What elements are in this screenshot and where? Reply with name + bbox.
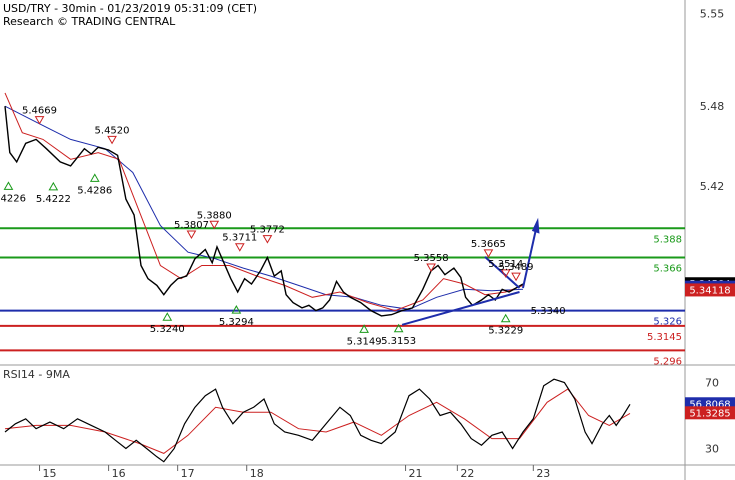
rsi-ma-line — [4, 388, 631, 454]
rsi-tick-label: 70 — [705, 377, 719, 390]
peak-marker — [234, 243, 245, 252]
x-tick-label: 17 — [181, 467, 195, 480]
trough-label: 5.3294 — [219, 317, 254, 328]
level-label: 5.3145 — [647, 332, 682, 343]
trough-label: 5.4222 — [36, 194, 71, 205]
x-tick-label: 18 — [250, 467, 264, 480]
level-label: 5.388 — [653, 234, 682, 245]
trough-label: 5.4226 — [0, 193, 26, 204]
y-tick-label: 5.42 — [700, 180, 725, 193]
trough-label: 5.4286 — [77, 185, 112, 196]
peak-label: 5.3807 — [174, 220, 209, 231]
peak-marker — [262, 235, 273, 244]
ma-fast-line — [4, 92, 524, 312]
peak-label: 5.3558 — [414, 253, 449, 264]
peak-label: 5.3489 — [499, 262, 534, 273]
y-tick-label: 5.55 — [700, 7, 725, 20]
peak-label: 5.4669 — [22, 106, 57, 117]
peak-marker — [209, 220, 220, 230]
x-tick-label: 23 — [536, 467, 550, 480]
trough-marker — [500, 313, 511, 323]
trough-marker — [162, 312, 173, 321]
x-tick-label: 16 — [112, 467, 126, 480]
rsi-value-label: 51.3285 — [689, 408, 730, 419]
trough-marker — [3, 181, 14, 190]
peak-marker — [511, 272, 521, 282]
y-tick-label: 5.48 — [700, 100, 725, 113]
extra-label: 5.3340 — [531, 306, 566, 317]
x-tick-label: 22 — [460, 467, 474, 480]
support-trendline — [401, 291, 520, 326]
trough-marker — [231, 305, 242, 314]
level-label: 5.296 — [653, 356, 682, 367]
rsi-title: RSI14 - 9MA — [3, 368, 70, 381]
peak-label: 5.3880 — [197, 210, 232, 221]
projection-arrowhead — [531, 217, 540, 234]
trough-label: 5.3229 — [488, 326, 523, 337]
trough-label: 5.3153 — [381, 336, 416, 347]
peak-marker — [107, 135, 117, 145]
trough-label: 5.3240 — [150, 324, 185, 335]
peak-label: 5.4520 — [95, 125, 130, 136]
x-tick-label: 21 — [409, 467, 423, 480]
peak-marker — [186, 230, 197, 239]
level-label: 5.366 — [653, 263, 682, 274]
rsi-tick-label: 30 — [705, 443, 719, 456]
peak-label: 5.3772 — [250, 225, 285, 236]
rsi-line — [4, 378, 631, 463]
x-tick-label: 15 — [43, 467, 57, 480]
price-box-label: 5.34118 — [689, 285, 730, 296]
trough-marker — [89, 173, 100, 182]
chart-root: USD/TRY - 30min - 01/23/2019 05:31:09 (C… — [0, 0, 735, 480]
trough-label: 5.3149 — [347, 336, 382, 347]
chart-canvas: 5.55 5.48 5.42 70 30 RSI14 - 9MA 15 16 17 18 21 22 2… — [0, 0, 735, 480]
peak-marker — [483, 249, 494, 258]
price-line — [4, 106, 524, 317]
peak-label: 5.3665 — [471, 239, 506, 250]
trough-marker — [48, 181, 59, 191]
